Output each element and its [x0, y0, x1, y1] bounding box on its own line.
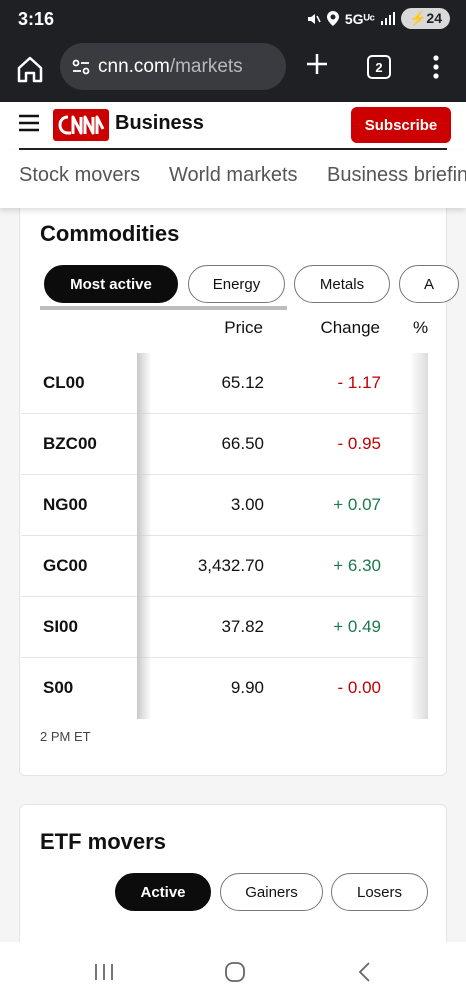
tab-count: 2 [375, 59, 383, 75]
tab-more[interactable]: A [399, 265, 459, 303]
table-row[interactable]: SI00 37.82 + 0.49 [21, 597, 427, 658]
row-change: - 1.17 [337, 373, 381, 392]
row-change: - 0.95 [337, 434, 381, 453]
row-change: + 0.49 [333, 617, 381, 636]
network-label: 5Gᵁᶜ [344, 10, 375, 27]
section-label[interactable]: Business [115, 112, 204, 135]
recents-icon[interactable] [92, 960, 116, 984]
etf-movers-title: ETF movers [40, 829, 166, 854]
tab-switcher-icon[interactable]: 2 [367, 55, 391, 79]
site-header: Business Subscribe [0, 102, 466, 150]
sub-nav-item-stock-movers[interactable]: Stock movers [19, 164, 140, 187]
location-icon [326, 11, 339, 26]
signal-icon [380, 12, 395, 25]
row-price: 37.82 [221, 617, 264, 636]
row-price: 3.00 [230, 495, 264, 514]
more-vert-icon[interactable] [427, 53, 445, 83]
table-row[interactable]: NG00 3.00 + 0.07 [21, 475, 427, 536]
status-icons: 5Gᵁᶜ ⚡24 [307, 8, 450, 29]
subscribe-button[interactable]: Subscribe [351, 107, 451, 143]
browser-toolbar: cnn.com/markets 2 [0, 40, 466, 102]
row-price: 65.12 [221, 373, 264, 392]
address-bar[interactable]: cnn.com/markets [60, 43, 286, 90]
mute-icon [307, 13, 321, 24]
row-price: 9.90 [230, 678, 264, 697]
table-scroll-fade [410, 353, 428, 719]
etf-movers-card: ETF movers Active Gainers Losers [19, 804, 447, 942]
row-change: + 6.30 [333, 556, 381, 575]
status-bar: 3:16 5Gᵁᶜ ⚡24 [0, 0, 466, 40]
row-symbol[interactable]: CL00 [43, 373, 85, 393]
commodities-title: Commodities [40, 221, 180, 246]
column-header-change[interactable]: Change [320, 318, 380, 338]
url-path: /markets [169, 55, 243, 77]
frozen-column-shadow [137, 353, 151, 719]
site-settings-icon[interactable] [70, 56, 92, 78]
new-tab-plus-icon[interactable] [303, 50, 331, 78]
sub-nav-item-world-markets[interactable]: World markets [169, 164, 298, 187]
row-price: 66.50 [221, 434, 264, 453]
row-symbol[interactable]: S00 [43, 678, 73, 698]
row-symbol[interactable]: NG00 [43, 495, 87, 515]
row-symbol[interactable]: BZC00 [43, 434, 97, 454]
status-time: 3:16 [18, 9, 55, 29]
tab-most-active[interactable]: Most active [44, 265, 178, 303]
back-icon[interactable] [354, 960, 378, 984]
table-row[interactable]: S00 9.90 - 0.00 [21, 658, 427, 719]
row-price: 3,432.70 [197, 556, 264, 575]
sub-nav: Stock movers World markets Business brie… [0, 150, 466, 208]
url-text: cnn.com/markets [98, 56, 243, 78]
row-symbol[interactable]: GC00 [43, 556, 87, 576]
tab-active[interactable]: Active [115, 873, 211, 911]
system-nav-bar [0, 942, 466, 1000]
commodities-card: Commodities Most active Energy Metals A … [19, 208, 459, 776]
main-content[interactable]: Commodities Most active Energy Metals A … [0, 208, 466, 942]
sub-nav-item-business-briefing[interactable]: Business briefing [327, 164, 466, 187]
cnn-logo[interactable] [53, 109, 109, 141]
table-row[interactable]: BZC00 66.50 - 0.95 [21, 414, 427, 475]
table-row[interactable]: CL00 65.12 - 1.17 [21, 353, 427, 414]
battery-level: 24 [426, 10, 442, 26]
column-header-percent[interactable]: % [413, 318, 428, 338]
battery-icon: ⚡24 [400, 8, 450, 29]
url-host: cnn.com [98, 55, 170, 77]
row-symbol[interactable]: SI00 [43, 617, 78, 637]
row-change: + 0.07 [333, 495, 381, 514]
column-header-price[interactable]: Price [224, 318, 263, 338]
tab-losers[interactable]: Losers [331, 873, 428, 911]
home-circle-icon[interactable] [223, 960, 247, 984]
tab-metals[interactable]: Metals [294, 265, 390, 303]
tabs-scroll-indicator[interactable] [40, 306, 287, 310]
table-row[interactable]: GC00 3,432.70 + 6.30 [21, 536, 427, 597]
tab-gainers[interactable]: Gainers [220, 873, 323, 911]
timestamp: 2 PM ET [40, 729, 91, 744]
home-icon[interactable] [14, 53, 46, 85]
tab-energy[interactable]: Energy [188, 265, 285, 303]
hamburger-menu-icon[interactable] [18, 112, 40, 134]
row-change: - 0.00 [337, 678, 381, 697]
